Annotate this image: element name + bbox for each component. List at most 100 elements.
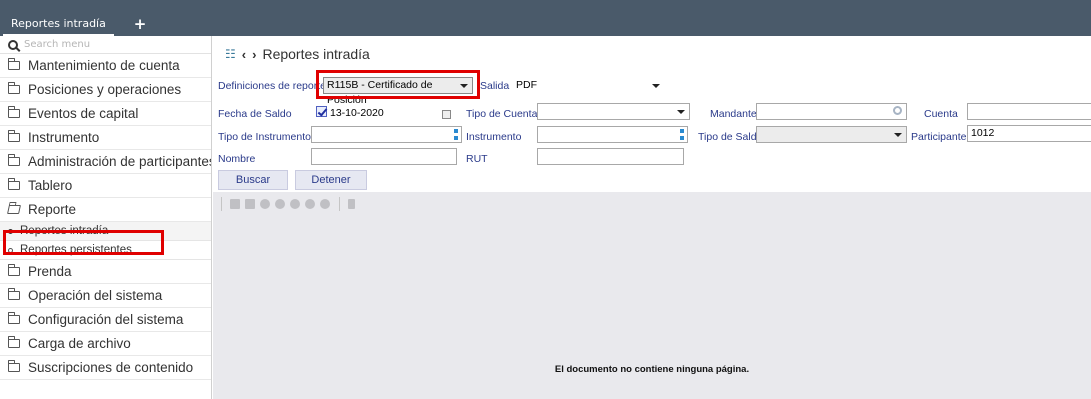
folder-open-icon <box>7 205 21 214</box>
tab-reportes-intradia[interactable]: Reportes intradía <box>3 14 114 36</box>
sitemap-icon[interactable]: ☷ <box>225 47 236 61</box>
salida-label: Salida <box>480 80 510 92</box>
tipo-instrumento-field[interactable] <box>311 126 462 143</box>
participante-value: 1012 <box>971 127 995 139</box>
sidebar-item-label: Suscripciones de contenido <box>28 360 194 375</box>
sidebar-item-operacion-del-sistema[interactable]: Operación del sistema <box>0 284 211 308</box>
folder-icon <box>8 178 20 190</box>
menu-search <box>0 36 211 54</box>
sidebar-item-label: Mantenimiento de cuenta <box>28 58 180 73</box>
sidebar-item-label: Prenda <box>28 264 72 279</box>
participante-field[interactable]: 1012 <box>967 125 1091 142</box>
fecha-saldo-checkbox[interactable] <box>316 106 327 117</box>
toolbar-grip <box>221 197 222 211</box>
zoom-out-icon[interactable] <box>305 199 315 209</box>
fecha-saldo-value: 13-10-2020 <box>330 107 384 119</box>
folder-icon <box>8 336 20 348</box>
instrumento-field[interactable] <box>537 126 688 143</box>
back-arrow-icon[interactable]: ‹ <box>242 47 246 62</box>
spinner-icon[interactable] <box>680 129 684 140</box>
sidebar-item-administracion-de-participantes[interactable]: Administración de participantes <box>0 150 211 174</box>
add-tab-button[interactable]: + <box>130 14 150 34</box>
definiciones-select[interactable]: R115B - Certificado de Posición <box>323 77 473 106</box>
cuenta-label: Cuenta <box>924 108 958 120</box>
export-icon[interactable] <box>230 199 240 209</box>
salida-select-value: PDF <box>516 79 537 91</box>
main-panel: ☷ ‹ › Reportes intradía Definiciones de … <box>213 36 1091 399</box>
calendar-icon[interactable] <box>442 109 451 124</box>
sidebar-item-carga-de-archivo[interactable]: Carga de archivo <box>0 332 211 356</box>
sidebar-item-reporte[interactable]: Reporte <box>0 198 211 222</box>
sidebar-subitem-reportes-intradia[interactable]: Reportes intradía <box>0 222 211 241</box>
sidebar-item-label: Administración de participantes <box>28 154 212 169</box>
mandante-field[interactable] <box>756 103 907 120</box>
sidebar-item-label: Operación del sistema <box>28 288 163 303</box>
folder-icon <box>8 288 20 300</box>
folder-icon <box>8 312 20 324</box>
sidebar-item-label: Posiciones y operaciones <box>28 82 182 97</box>
sidebar-item-eventos-de-capital[interactable]: Eventos de capital <box>0 102 211 126</box>
tipo-cuenta-select[interactable] <box>537 103 690 120</box>
bullet-hollow-icon <box>8 247 13 253</box>
tipo-saldo-select[interactable] <box>756 126 907 143</box>
nombre-label: Nombre <box>218 153 256 165</box>
instrumento-label: Instrumento <box>466 131 522 143</box>
fecha-saldo-label: Fecha de Saldo <box>218 108 292 120</box>
search-icon <box>8 39 18 50</box>
folder-icon <box>8 154 20 166</box>
print-icon[interactable] <box>245 199 255 209</box>
sidebar-item-instrumento[interactable]: Instrumento <box>0 126 211 150</box>
sidebar-item-label: Carga de archivo <box>28 336 131 351</box>
breadcrumb: ☷ ‹ › Reportes intradía <box>225 46 370 62</box>
sidebar-subitem-reportes-persistentes[interactable]: Reportes persistentes <box>0 241 211 260</box>
toolbar-dropdown-icon[interactable] <box>348 199 355 209</box>
folder-icon <box>8 106 20 118</box>
chevron-down-icon <box>894 133 902 137</box>
cuenta-field[interactable] <box>967 103 1091 120</box>
salida-select[interactable]: PDF <box>512 77 665 94</box>
rut-label: RUT <box>466 153 488 165</box>
sidebar-item-configuracion-del-sistema[interactable]: Configuración del sistema <box>0 308 211 332</box>
sidebar-menu: Mantenimiento de cuenta Posiciones y ope… <box>0 36 212 399</box>
folder-icon <box>8 130 20 142</box>
prev-page-icon[interactable] <box>275 199 285 209</box>
rut-field[interactable] <box>537 148 684 165</box>
definiciones-label: Definiciones de reporte <box>218 80 326 92</box>
mandante-label: Mandante <box>710 108 757 120</box>
forward-arrow-icon[interactable]: › <box>252 47 256 62</box>
folder-icon <box>8 360 20 372</box>
top-tab-bar: Reportes intradía + <box>0 0 1091 36</box>
sidebar-item-mantenimiento-de-cuenta[interactable]: Mantenimiento de cuenta <box>0 54 211 78</box>
search-icon[interactable] <box>893 106 902 115</box>
sidebar-item-label: Tablero <box>28 178 73 193</box>
sidebar-item-prenda[interactable]: Prenda <box>0 260 211 284</box>
sidebar-item-suscripciones-de-contenido[interactable]: Suscripciones de contenido <box>0 356 211 380</box>
folder-icon <box>8 264 20 276</box>
buscar-button[interactable]: Buscar <box>218 170 288 190</box>
sidebar-item-posiciones-y-operaciones[interactable]: Posiciones y operaciones <box>0 78 211 102</box>
zoom-in-icon[interactable] <box>290 199 300 209</box>
sidebar-subitem-label: Reportes persistentes <box>20 244 132 256</box>
fecha-saldo-field[interactable]: 13-10-2020 <box>312 105 456 122</box>
nombre-field[interactable] <box>311 148 457 165</box>
tipo-instrumento-label: Tipo de Instrumento <box>218 131 311 143</box>
viewer-empty-message: El documento no contiene ninguna página. <box>554 364 750 375</box>
chevron-down-icon <box>652 84 660 88</box>
sidebar-item-label: Eventos de capital <box>28 106 139 121</box>
sidebar-item-label: Instrumento <box>28 130 100 145</box>
sidebar-item-label: Reporte <box>28 202 77 217</box>
folder-icon <box>8 82 20 94</box>
viewer-toolbar <box>213 192 1091 216</box>
tipo-saldo-label: Tipo de Saldo <box>698 131 763 143</box>
page-title: Reportes intradía <box>262 46 370 62</box>
zoom-menu-icon[interactable] <box>320 199 330 209</box>
spinner-icon[interactable] <box>454 129 458 140</box>
definiciones-select-value: R115B - Certificado de Posición <box>327 79 433 106</box>
toolbar-separator <box>339 197 340 211</box>
sidebar-item-tablero[interactable]: Tablero <box>0 174 211 198</box>
search-input[interactable] <box>24 39 184 50</box>
sidebar-item-label: Configuración del sistema <box>28 312 184 327</box>
bullet-icon <box>8 228 13 234</box>
detener-button[interactable]: Detener <box>295 170 367 190</box>
first-page-icon[interactable] <box>260 199 270 209</box>
